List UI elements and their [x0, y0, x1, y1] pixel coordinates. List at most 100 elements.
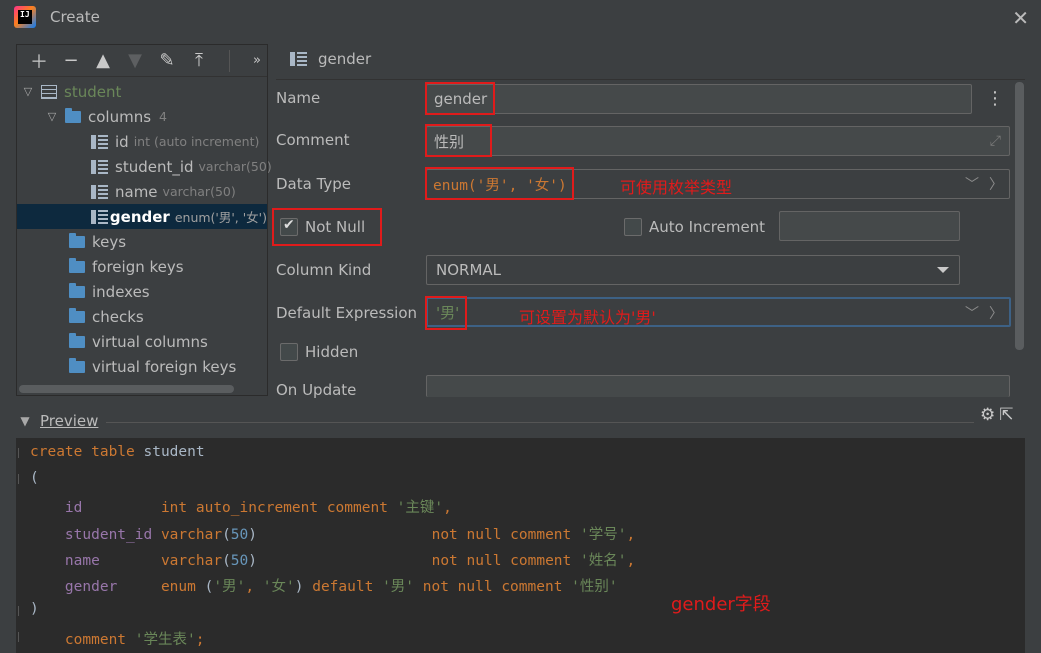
close-icon[interactable]: ✕: [1012, 6, 1029, 30]
code-line: create table student: [30, 444, 205, 460]
column-icon: [91, 184, 109, 200]
code-line: gender enum ('男', '女') default '男' not n…: [30, 579, 618, 595]
chevron-right-icon[interactable]: 〉: [989, 303, 1003, 323]
code-line: name varchar(50) not null comment '姓名',: [30, 553, 636, 569]
default-expression-combo[interactable]: '男' ﹀ 〉: [426, 297, 1011, 327]
not-null-checkbox[interactable]: [280, 217, 298, 236]
column-type: enum('男', '女'): [174, 210, 267, 225]
folder-icon: [69, 282, 85, 298]
column-name: gender: [109, 207, 170, 226]
chevron-right-icon[interactable]: 〉: [989, 174, 1003, 194]
folder-icon: [69, 357, 85, 373]
column-kind-label: Column Kind: [276, 261, 372, 279]
header-divider: [276, 79, 1025, 80]
folder-icon: [65, 107, 81, 123]
more-actions-icon[interactable]: »: [253, 53, 261, 68]
edit-icon[interactable]: ✎: [151, 47, 183, 75]
open-external-icon[interactable]: ⇱: [999, 405, 1013, 425]
fold-marker: [18, 632, 24, 642]
hidden-checkbox[interactable]: [280, 343, 298, 361]
auto-increment-input[interactable]: [779, 211, 960, 241]
gender-annotation: gender字段: [671, 594, 771, 615]
collapse-arrow-icon[interactable]: ▼: [18, 414, 32, 428]
code-line: id int auto_increment comment '主键',: [30, 500, 452, 516]
fold-marker: [18, 448, 24, 458]
vertical-scrollbar[interactable]: [1015, 82, 1024, 350]
remove-icon[interactable]: −: [55, 47, 87, 75]
fold-marker: [18, 474, 24, 484]
column-name: id: [115, 132, 129, 151]
structure-toolbar: ＋ − ▲ ▼ ✎ ⤒ »: [17, 45, 267, 77]
chevron-down-icon[interactable]: ▽: [21, 85, 35, 98]
column-type: int (auto increment): [133, 134, 260, 149]
sql-preview[interactable]: create table student ( id int auto_incre…: [16, 438, 1025, 653]
code-line: student_id varchar(50) not null comment …: [30, 527, 636, 543]
column-icon: [91, 209, 108, 225]
tree-item-indexes[interactable]: indexes: [69, 279, 319, 304]
folder-icon: [69, 307, 85, 323]
columns-count: 4: [159, 109, 167, 124]
move-up-icon[interactable]: ▲: [87, 47, 119, 75]
pin-icon[interactable]: ⤒: [183, 47, 215, 75]
on-update-input[interactable]: [426, 375, 1010, 397]
datatype-label: Data Type: [276, 175, 352, 193]
column-icon: [290, 51, 308, 67]
column-kind-value: NORMAL: [436, 261, 502, 279]
folder-label: virtual foreign keys: [92, 357, 237, 376]
comment-value: 性别: [434, 132, 465, 151]
horizontal-scrollbar[interactable]: [19, 385, 234, 393]
comment-input[interactable]: 性别 ⤢: [426, 126, 1010, 156]
folder-label: keys: [92, 232, 127, 251]
settings-gear-icon[interactable]: ⚙: [980, 405, 995, 425]
chevron-down-icon[interactable]: ▽: [45, 110, 59, 123]
preview-label: Preview: [40, 412, 99, 430]
default-expression-label: Default Expression: [276, 304, 417, 322]
chevron-down-icon[interactable]: ﹀: [965, 303, 979, 323]
auto-increment-checkbox[interactable]: [624, 218, 642, 236]
combo-icons: ﹀ 〉: [965, 303, 1003, 323]
hidden-label: Hidden: [305, 343, 359, 361]
title-bar: IJ Create ✕: [0, 0, 1041, 36]
toolbar-divider: [229, 49, 230, 72]
folder-label: checks: [92, 307, 144, 326]
name-input[interactable]: gender: [426, 84, 972, 114]
add-icon[interactable]: ＋: [23, 47, 55, 75]
table-icon: [41, 84, 57, 99]
more-options-icon[interactable]: ⋮: [986, 88, 1004, 109]
folder-icon: [69, 332, 85, 348]
datatype-value: enum('男', '女'): [433, 177, 567, 194]
code-line: (: [30, 470, 39, 486]
tree-item-column-gender[interactable]: gender enum('男', '女'): [17, 204, 267, 229]
preview-actions: ⚙ ⇱: [980, 405, 1014, 425]
app-logo-icon: IJ: [14, 6, 36, 28]
window-title: Create: [50, 8, 100, 26]
move-down-icon[interactable]: ▼: [119, 47, 151, 75]
preview-divider: [106, 422, 974, 423]
column-type: varchar(50): [198, 159, 272, 174]
table-name: student: [64, 82, 122, 101]
folder-label: indexes: [92, 282, 150, 301]
columns-label: columns: [88, 107, 152, 126]
column-name: name: [115, 182, 158, 201]
auto-increment-label: Auto Increment: [649, 218, 766, 236]
editor-header: gender: [290, 50, 371, 68]
column-type: varchar(50): [162, 184, 236, 199]
dropdown-arrow-icon[interactable]: [937, 267, 949, 273]
fold-marker: [18, 606, 24, 616]
structure-panel: ＋ − ▲ ▼ ✎ ⤒ » ▽ student ▽ columns 4 id i…: [16, 44, 272, 396]
preview-header[interactable]: ▼ Preview: [18, 412, 98, 430]
tree-item-columns[interactable]: ▽ columns 4: [45, 104, 295, 129]
default-annotation: 可设置为默认为'男': [519, 308, 656, 327]
column-icon: [91, 134, 109, 150]
datatype-annotation: 可使用枚举类型: [620, 178, 733, 197]
default-expression-value: '男': [436, 303, 460, 322]
expand-icon[interactable]: ⤢: [990, 133, 1001, 149]
name-value: gender: [434, 90, 488, 108]
comment-label: Comment: [276, 131, 350, 149]
folder-icon: [69, 257, 85, 273]
not-null-label: Not Null: [305, 218, 366, 236]
column-kind-select[interactable]: NORMAL: [426, 255, 960, 285]
column-icon: [91, 159, 109, 175]
tree-item-table[interactable]: ▽ student: [21, 79, 271, 104]
chevron-down-icon[interactable]: ﹀: [965, 174, 979, 194]
